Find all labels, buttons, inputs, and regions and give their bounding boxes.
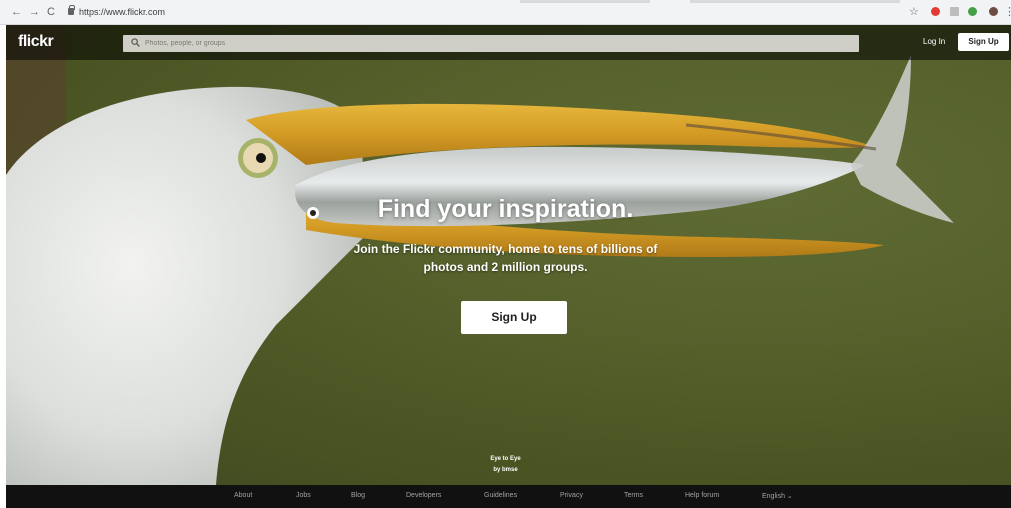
mail-icon[interactable]	[950, 7, 959, 16]
footer-link-about[interactable]: About	[234, 492, 252, 499]
hero-subline-line-1: Join the Flickr community, home to tens …	[353, 242, 658, 256]
hero-headline: Find your inspiration.	[377, 195, 634, 223]
lock-icon	[68, 5, 75, 15]
address-bar[interactable]: https://www.flickr.com	[79, 6, 165, 19]
tab-strip	[690, 0, 900, 3]
forward-icon[interactable]: →	[29, 6, 40, 18]
footer-link-terms[interactable]: Terms	[624, 492, 643, 499]
search-box[interactable]	[123, 35, 859, 52]
footer-link-privacy[interactable]: Privacy	[560, 492, 583, 499]
photo-credit-title[interactable]: Eye to Eye	[0, 454, 1011, 465]
search-icon	[131, 38, 140, 47]
photo-credit-author[interactable]: by bmse	[0, 465, 1011, 476]
photo-credit: Eye to Eye by bmse	[0, 454, 1011, 476]
footer-link-blog[interactable]: Blog	[351, 492, 365, 499]
footer-link-guidelines[interactable]: Guidelines	[484, 492, 517, 499]
bookmark-star-icon[interactable]: ☆	[909, 5, 919, 18]
back-icon[interactable]: ←	[11, 6, 22, 18]
footer-link-jobs[interactable]: Jobs	[296, 492, 311, 499]
tab-strip	[520, 0, 650, 3]
extension-icon[interactable]	[931, 7, 940, 16]
hero-signup-button[interactable]: Sign Up	[461, 301, 567, 334]
search-input[interactable]	[145, 35, 845, 52]
hero-subline: Join the Flickr community, home to tens …	[0, 240, 1011, 276]
footer-link-developers[interactable]: Developers	[406, 492, 441, 499]
login-link[interactable]: Log In	[923, 37, 945, 46]
reload-icon[interactable]: C	[47, 6, 55, 18]
hero-subline-line-2: photos and 2 million groups.	[423, 260, 588, 274]
header-signup-button[interactable]: Sign Up	[958, 33, 1009, 51]
browser-menu-icon[interactable]: ⋮	[1004, 5, 1011, 18]
language-selector[interactable]: English ⌄	[762, 492, 793, 500]
footer-link-help-forum[interactable]: Help forum	[685, 492, 719, 499]
flickr-logo[interactable]: flickr	[18, 33, 54, 51]
site-header: flickr Log In Sign Up	[6, 25, 1011, 60]
extension-icon[interactable]	[968, 7, 977, 16]
profile-avatar-icon[interactable]	[989, 7, 998, 16]
browser-toolbar: ← → C https://www.flickr.com ☆ ⋮	[0, 0, 1011, 25]
site-footer: About Jobs Blog Developers Guidelines Pr…	[6, 485, 1011, 508]
